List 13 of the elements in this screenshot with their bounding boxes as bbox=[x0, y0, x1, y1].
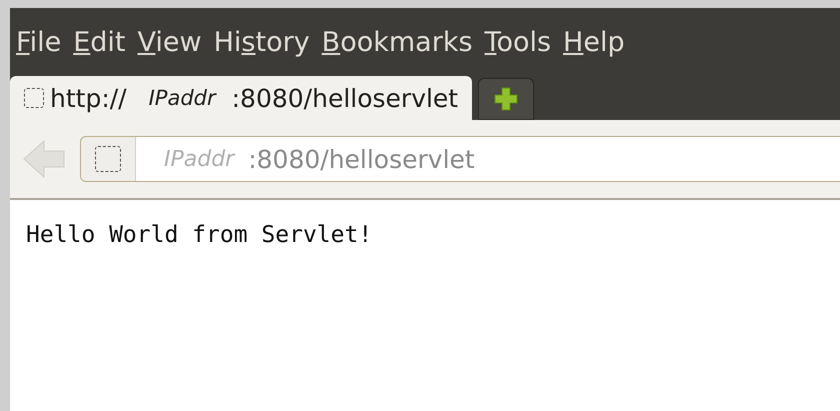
menu-item[interactable]: Bookmarks bbox=[322, 26, 473, 58]
menu-item[interactable]: Help bbox=[563, 26, 625, 58]
menu-item[interactable]: File bbox=[16, 26, 62, 58]
page-text: Hello World from Servlet! bbox=[26, 222, 372, 248]
menu-item[interactable]: View bbox=[138, 26, 202, 58]
browser-tab[interactable]: http:// IPaddr :8080/helloservlet bbox=[10, 76, 472, 120]
page-icon bbox=[24, 88, 44, 108]
site-identity-button[interactable] bbox=[81, 137, 136, 181]
plus-icon bbox=[493, 86, 520, 112]
menu-item[interactable]: Edit bbox=[73, 26, 126, 58]
new-tab-button[interactable] bbox=[478, 78, 534, 120]
menu-item[interactable]: Tools bbox=[484, 26, 552, 58]
menu-item[interactable]: History bbox=[214, 26, 310, 58]
